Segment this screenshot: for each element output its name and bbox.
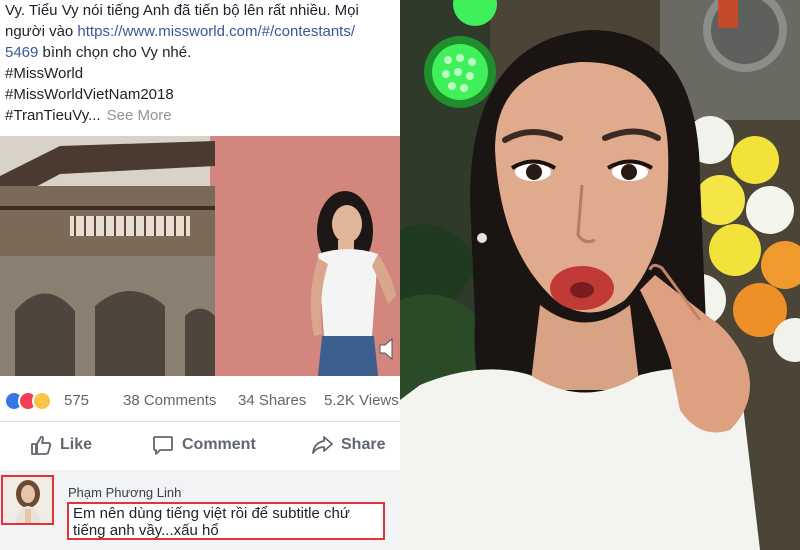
hashtag-missworld[interactable]: #MissWorld [5, 63, 400, 84]
comment-line: tiếng anh vầy...xấu hổ [73, 522, 219, 539]
see-more-link[interactable]: See More [107, 107, 172, 124]
comment-text: Em nên dùng tiếng việt rồi để subtitle c… [67, 502, 385, 540]
post-text: Vy. Tiểu Vy nói tiếng Anh đã tiến bộ lên… [5, 0, 400, 126]
haha-reaction-icon [32, 391, 52, 411]
hashtag-trantieuvy[interactable]: #TranTieuVy... [5, 107, 101, 124]
volume-icon[interactable] [378, 336, 396, 367]
share-button[interactable]: Share [311, 434, 385, 456]
thumbs-up-icon [31, 435, 52, 455]
video-thumbnail [0, 136, 400, 376]
comments-count[interactable]: 38 Comments [123, 392, 216, 409]
post-text-line: 5469 bình chọn cho Vy nhé. [5, 42, 400, 63]
share-icon [312, 436, 333, 454]
like-button[interactable]: Like [30, 434, 92, 456]
post-text-line: Vy. Tiểu Vy nói tiếng Anh đã tiến bộ lên… [5, 2, 359, 19]
commenter-name[interactable]: Phạm Phương Linh [68, 485, 181, 500]
like-label: Like [60, 436, 93, 453]
facebook-post: Vy. Tiểu Vy nói tiếng Anh đã tiến bộ lên… [0, 0, 400, 550]
commenter-avatar[interactable] [1, 475, 54, 525]
reactions-bar: 575 38 Comments 34 Shares 5.2K Views [0, 388, 400, 414]
selfie-photo [400, 0, 800, 550]
comment-icon [153, 436, 173, 455]
shares-count[interactable]: 34 Shares [238, 392, 306, 409]
missworld-link[interactable]: https://www.missworld.com/#/contestants/ [77, 23, 355, 40]
reaction-count[interactable]: 575 [64, 392, 89, 409]
hashtag-missworldvietnam2018[interactable]: #MissWorldVietNam2018 [5, 84, 400, 105]
comment-label: Comment [182, 436, 256, 453]
action-bar: Like Comment Share [0, 430, 400, 464]
views-count: 5.2K Views [324, 392, 399, 409]
post-text-line: #TranTieuVy... See More [5, 105, 400, 126]
selfie-image [400, 0, 800, 550]
post-text-line: người vào https://www.missworld.com/#/co… [5, 21, 400, 42]
missworld-link-continued[interactable]: 5469 [5, 44, 38, 61]
post-text-fragment: bình chọn cho Vy nhé. [38, 44, 192, 61]
video-player[interactable] [0, 136, 400, 376]
divider [0, 421, 400, 422]
share-label: Share [341, 436, 386, 453]
comment-line: Em nên dùng tiếng việt rồi để subtitle c… [73, 505, 350, 522]
reaction-icons[interactable] [4, 391, 62, 411]
post-text-fragment: người vào [5, 23, 78, 40]
comment-button[interactable]: Comment [152, 434, 256, 456]
